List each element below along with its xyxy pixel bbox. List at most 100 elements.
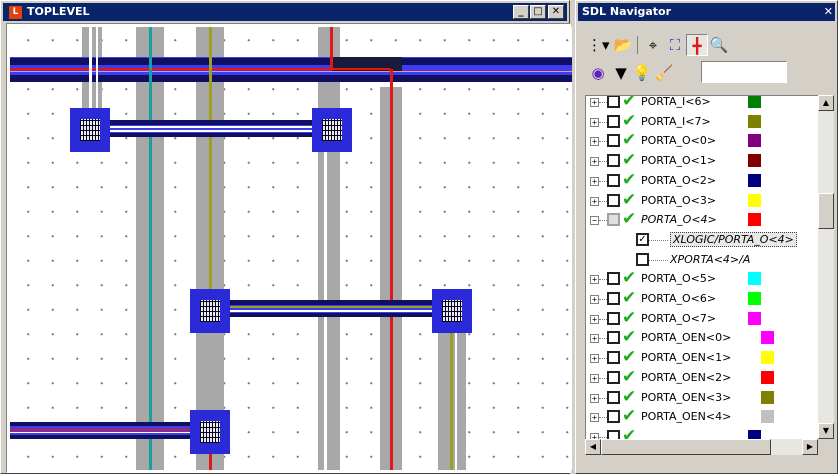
- lightbulb-icon[interactable]: 💡: [631, 62, 653, 84]
- net-label[interactable]: XLOGIC/PORTA_O<4>: [670, 231, 797, 247]
- net-checkbox[interactable]: [607, 272, 620, 286]
- scroll-left-button[interactable]: ◀: [585, 439, 601, 455]
- expand-icon[interactable]: +: [590, 295, 599, 304]
- net-checkbox[interactable]: [636, 252, 649, 266]
- net-checkbox[interactable]: [607, 331, 620, 345]
- expand-icon[interactable]: +: [590, 373, 599, 383]
- net-label[interactable]: PORTA_O<1>: [641, 154, 716, 167]
- net-checkbox[interactable]: [607, 173, 620, 187]
- expand-icon[interactable]: +: [590, 117, 599, 127]
- tree-row[interactable]: + ✔ PORTA_O<2>: [586, 170, 818, 191]
- visible-check-icon[interactable]: ✔: [622, 387, 636, 407]
- net-checkbox[interactable]: [607, 311, 620, 325]
- expand-icon[interactable]: +: [590, 334, 599, 344]
- scroll-thumb[interactable]: [818, 193, 834, 229]
- visible-check-icon[interactable]: ✔: [622, 190, 636, 210]
- visible-check-icon[interactable]: ✔: [622, 130, 636, 150]
- toplevel-titlebar[interactable]: L TOPLEVEL _ □ ✕: [3, 3, 567, 21]
- tree-row[interactable]: + ✔ PORTA_OEN<2>: [586, 367, 818, 388]
- net-label[interactable]: PORTA_O<3>: [641, 194, 716, 207]
- net-label[interactable]: PORTA_OEN<3>: [641, 391, 731, 404]
- net-checkbox[interactable]: [607, 410, 620, 424]
- net-label[interactable]: PORTA_O<7>: [641, 312, 716, 325]
- navigator-titlebar[interactable]: SDL Navigator ✕: [578, 3, 835, 21]
- net-checkbox[interactable]: [607, 193, 620, 207]
- visible-check-icon[interactable]: ✔: [622, 288, 636, 308]
- net-checkbox[interactable]: [607, 114, 620, 128]
- expand-icon[interactable]: +: [590, 275, 599, 285]
- scroll-up-button[interactable]: ▲: [818, 95, 834, 111]
- visible-check-icon[interactable]: ✔: [622, 268, 636, 288]
- visible-check-icon[interactable]: ✔: [622, 150, 636, 170]
- tree-row[interactable]: + ✔ PORTA_O<7>: [586, 308, 818, 329]
- scroll-right-button[interactable]: ▶: [802, 439, 818, 455]
- tree-row[interactable]: + ✔ PORTA_O<5>: [586, 268, 818, 289]
- net-checkbox[interactable]: [607, 351, 620, 365]
- tree-view-icon[interactable]: ⋮▾: [587, 34, 610, 56]
- visible-check-icon[interactable]: ✔: [622, 426, 636, 439]
- net-select-icon[interactable]: ⛶: [664, 34, 686, 56]
- visible-check-icon[interactable]: ✔: [622, 111, 636, 131]
- visible-check-icon[interactable]: ✔: [622, 327, 636, 347]
- tree-row[interactable]: + ✔ PORTA_I<7>: [586, 111, 818, 132]
- expand-icon[interactable]: +: [590, 137, 599, 147]
- net-label[interactable]: XPORTA<4>/A: [670, 253, 750, 266]
- close-button[interactable]: ✕: [548, 5, 564, 19]
- dropdown-arrow-icon[interactable]: ▼: [610, 62, 632, 84]
- visible-check-icon[interactable]: ✔: [622, 209, 636, 229]
- scroll-thumb-horizontal[interactable]: [601, 439, 771, 455]
- net-label[interactable]: PORTA_I<6>: [641, 96, 711, 108]
- expand-icon[interactable]: +: [590, 314, 599, 324]
- tree-row[interactable]: + ✔ PORTA_OEN<1>: [586, 347, 818, 368]
- minimize-button[interactable]: _: [513, 5, 529, 19]
- navigator-search-input[interactable]: [701, 61, 787, 83]
- net-label[interactable]: PORTA_I<7>: [641, 115, 711, 128]
- visible-check-icon[interactable]: ✔: [622, 367, 636, 387]
- tree-vertical-scrollbar[interactable]: ▲ ▼: [818, 95, 834, 439]
- net-checkbox[interactable]: [607, 154, 620, 168]
- visible-check-icon[interactable]: ✔: [622, 347, 636, 367]
- visible-check-icon[interactable]: ✔: [622, 406, 636, 426]
- scroll-down-button[interactable]: ▼: [818, 423, 834, 439]
- expand-icon[interactable]: +: [590, 157, 599, 167]
- expand-icon[interactable]: +: [590, 413, 599, 423]
- tree-row[interactable]: − ✔ PORTA_O<4>: [586, 209, 818, 230]
- crosshair-icon[interactable]: ⌖: [642, 34, 664, 56]
- highlight-icon[interactable]: ╋: [686, 34, 708, 56]
- net-checkbox[interactable]: [607, 429, 620, 439]
- tree-row[interactable]: + ✔ PORTA_OEN<0>: [586, 327, 818, 348]
- net-checkbox[interactable]: [607, 292, 620, 305]
- net-checkbox[interactable]: [607, 134, 620, 148]
- layout-canvas[interactable]: [10, 27, 572, 470]
- expand-icon[interactable]: +: [590, 196, 599, 206]
- expand-icon[interactable]: +: [590, 98, 599, 107]
- eraser-icon[interactable]: 🧹: [653, 62, 675, 84]
- tree-row[interactable]: + ✔ PORTA_O<0>: [586, 130, 818, 151]
- tree-row[interactable]: + ✔ PORTA_OEN<3>: [586, 387, 818, 408]
- net-checkbox[interactable]: ✓: [636, 232, 649, 246]
- tree-row[interactable]: + ✔ PORTA_O<6>: [586, 288, 818, 309]
- tree-row[interactable]: + ✔ PORTA_O<3>: [586, 190, 818, 211]
- net-label[interactable]: PORTA_O<6>: [641, 292, 716, 305]
- net-label[interactable]: PORTA_OEN<2>: [641, 371, 731, 384]
- net-checkbox[interactable]: [607, 96, 620, 108]
- net-checkbox[interactable]: [607, 213, 620, 227]
- navigator-close-button[interactable]: ✕: [824, 3, 833, 21]
- net-label[interactable]: PORTA_OEN<4>: [641, 410, 731, 423]
- net-label[interactable]: PORTA_O<2>: [641, 174, 716, 187]
- tree-row[interactable]: + ✔: [586, 426, 818, 439]
- maximize-button[interactable]: □: [530, 5, 546, 19]
- tree-row[interactable]: XPORTA<4>/A: [586, 251, 818, 270]
- collapse-icon[interactable]: −: [590, 216, 599, 226]
- target-icon[interactable]: ◉: [587, 62, 609, 84]
- visible-check-icon[interactable]: ✔: [622, 170, 636, 190]
- expand-icon[interactable]: +: [590, 176, 599, 186]
- visible-check-icon[interactable]: ✔: [622, 308, 636, 328]
- net-checkbox[interactable]: [607, 390, 620, 404]
- tree-row[interactable]: + ✔ PORTA_OEN<4>: [586, 406, 818, 427]
- net-label[interactable]: PORTA_OEN<1>: [641, 351, 731, 364]
- tree-row[interactable]: ✓ XLOGIC/PORTA_O<4>: [586, 231, 818, 250]
- expand-icon[interactable]: +: [590, 393, 599, 403]
- visible-check-icon[interactable]: ✔: [622, 96, 636, 111]
- expand-icon[interactable]: +: [590, 354, 599, 364]
